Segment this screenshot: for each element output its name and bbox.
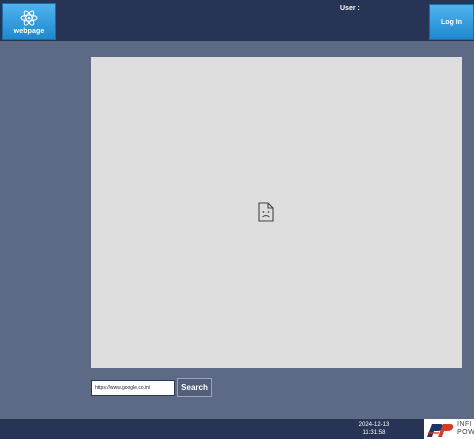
rp-logo-mark: [427, 424, 454, 437]
search-button[interactable]: Search: [177, 378, 212, 397]
webpage-frame[interactable]: [91, 57, 462, 368]
bottom-bar: 2024-12-13 11:31:58 INFI POW: [0, 419, 474, 439]
app-tile-label: webpage: [13, 28, 45, 35]
user-label: User :: [340, 5, 360, 12]
time-display: 11:31:58: [362, 430, 386, 436]
top-bar: webpage User : Log In: [0, 0, 474, 41]
logo-text-line2: POW: [457, 429, 474, 436]
atom-icon: [20, 10, 38, 26]
url-input[interactable]: [91, 380, 175, 396]
login-button[interactable]: Log In: [429, 4, 474, 40]
webpage-app-button[interactable]: webpage: [2, 3, 56, 40]
date-display: 2024-12-13: [358, 422, 390, 428]
broken-page-icon: [258, 202, 274, 222]
company-logo: INFI POW: [424, 419, 474, 439]
logo-text-line1: INFI: [457, 421, 473, 428]
